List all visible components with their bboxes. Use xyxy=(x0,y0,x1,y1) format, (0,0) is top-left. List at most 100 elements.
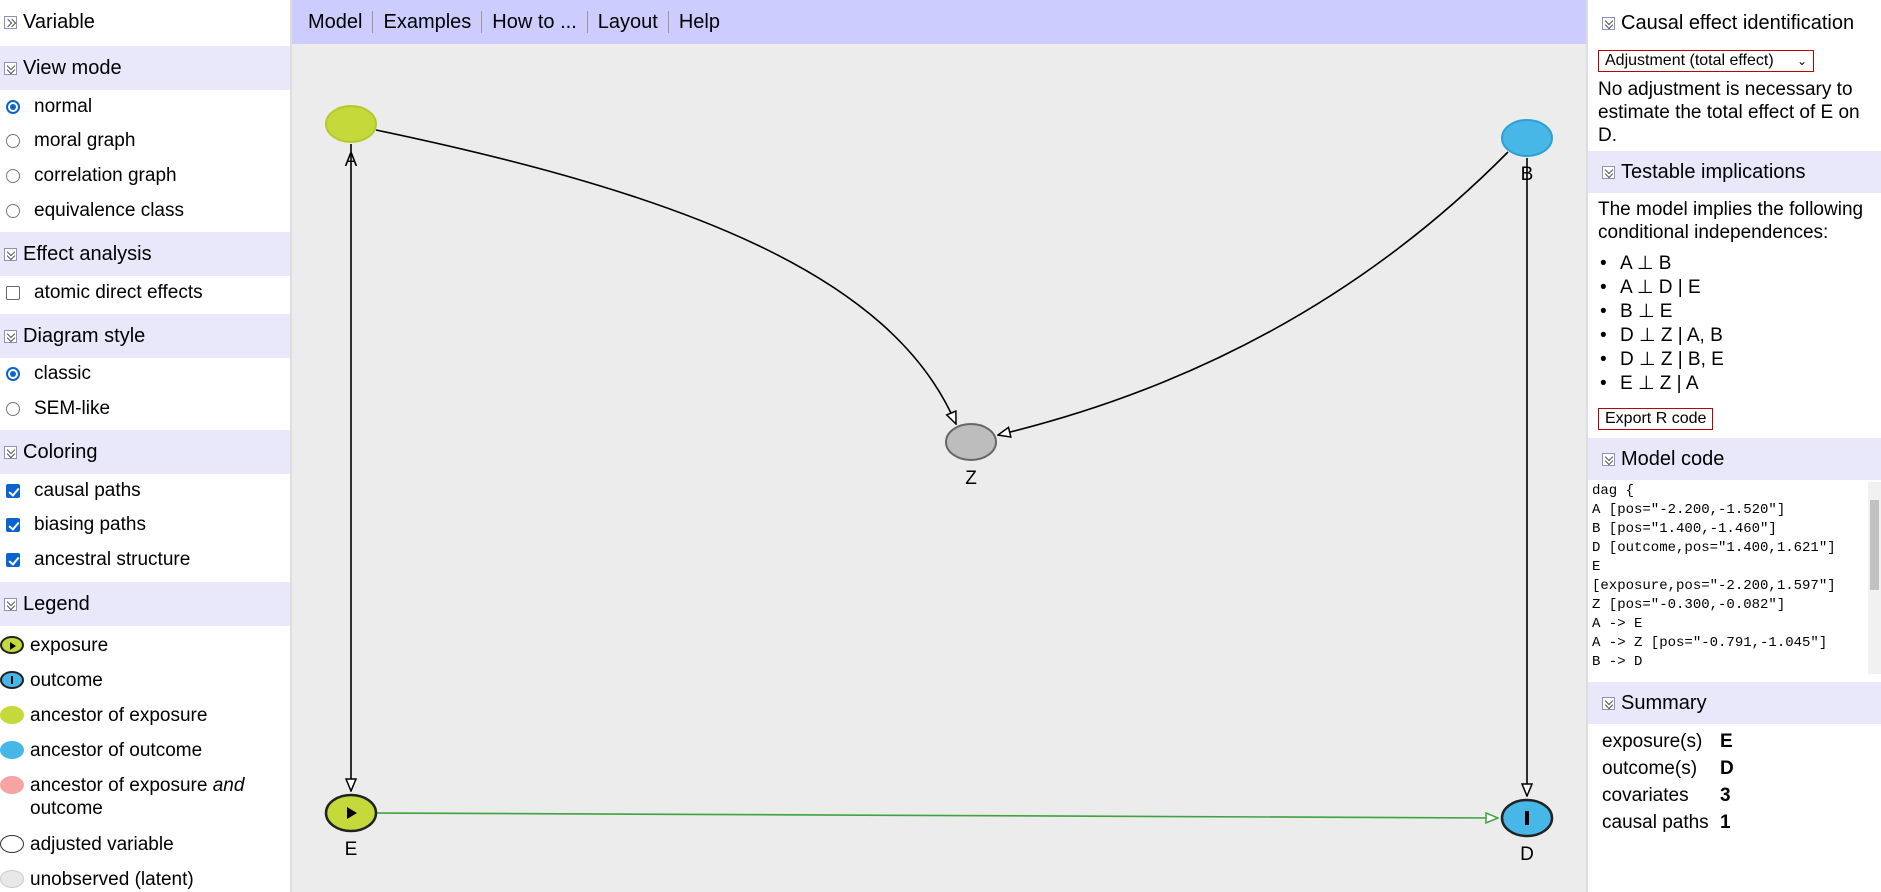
collapse-icon[interactable] xyxy=(1602,16,1615,30)
radio-label: normal xyxy=(34,96,93,117)
testable-implications-header[interactable]: Testable implications xyxy=(1588,151,1881,193)
view-mode-equivalence-class[interactable]: equivalence class xyxy=(0,196,184,226)
causal-effect-header[interactable]: Causal effect identification xyxy=(1588,2,1881,44)
menu-help[interactable]: Help xyxy=(669,11,730,33)
radio-classic[interactable] xyxy=(6,367,20,381)
menu-layout[interactable]: Layout xyxy=(588,11,669,33)
implication-item: D ⊥ Z | A, B xyxy=(1600,324,1723,348)
expand-icon[interactable] xyxy=(4,15,17,29)
node-label: A xyxy=(345,150,358,171)
summary-key: exposure(s) xyxy=(1602,731,1703,752)
model-code-title: Model code xyxy=(1621,447,1725,470)
summary-header[interactable]: Summary xyxy=(1588,682,1881,724)
dag-svg[interactable]: A B Z E D xyxy=(292,44,1586,892)
diagram-style-header[interactable]: Diagram style xyxy=(0,314,290,358)
legend-label: ancestor of exposure xyxy=(30,705,208,726)
bar-icon xyxy=(1525,811,1529,825)
left-panel: Variable View mode normal moral graph co… xyxy=(0,0,290,892)
radio-equivalence-class[interactable] xyxy=(6,204,20,218)
checkbox-atomic-direct-effects[interactable] xyxy=(6,286,20,300)
legend-item: outcome xyxy=(0,669,268,692)
summary-title: Summary xyxy=(1621,691,1707,714)
implication-item: D ⊥ Z | B, E xyxy=(1600,348,1724,372)
node-Z[interactable]: Z xyxy=(945,423,997,489)
view-mode-moral-graph[interactable]: moral graph xyxy=(0,126,135,156)
node-E[interactable]: E xyxy=(324,793,378,860)
adjustment-select[interactable]: Adjustment (total effect) ⌄ xyxy=(1598,50,1814,72)
node-shape[interactable] xyxy=(1501,119,1553,157)
legend-swatch-icon xyxy=(0,870,24,888)
legend-label: ancestor of outcome xyxy=(30,740,203,761)
node-label: E xyxy=(345,839,358,860)
summary-row: covariates 3 xyxy=(1602,783,1731,809)
edge-E-D[interactable] xyxy=(376,813,1498,818)
checkbox-label: atomic direct effects xyxy=(34,282,203,303)
collapse-icon[interactable] xyxy=(4,445,17,459)
menu-model[interactable]: Model xyxy=(298,11,374,33)
legend-label: exposure xyxy=(30,635,109,656)
diagram-style-sem-like[interactable]: SEM-like xyxy=(0,394,110,424)
node-shape[interactable] xyxy=(945,423,997,461)
legend-swatch-icon xyxy=(0,741,24,759)
summary-value: D xyxy=(1720,758,1734,779)
legend-item: unobserved (latent) xyxy=(0,868,268,891)
collapse-icon[interactable] xyxy=(1602,696,1615,710)
implication-item: A ⊥ D | E xyxy=(1600,276,1701,300)
implication-item: E ⊥ Z | A xyxy=(1600,372,1699,396)
coloring-biasing-paths[interactable]: biasing paths xyxy=(0,510,146,540)
radio-correlation-graph[interactable] xyxy=(6,169,20,183)
view-mode-correlation-graph[interactable]: correlation graph xyxy=(0,161,177,191)
collapse-icon[interactable] xyxy=(4,329,17,343)
menu-how-to[interactable]: How to ... xyxy=(482,11,588,33)
view-mode-title: View mode xyxy=(23,56,122,79)
effect-analysis-header[interactable]: Effect analysis xyxy=(0,232,290,276)
diagram-canvas[interactable]: A B Z E D xyxy=(292,44,1586,892)
coloring-header[interactable]: Coloring xyxy=(0,430,290,474)
implication-item: B ⊥ E xyxy=(1600,300,1672,324)
collapse-icon[interactable] xyxy=(1602,452,1615,466)
checkbox-ancestral-structure[interactable] xyxy=(6,553,20,567)
model-code-textarea[interactable]: dag { A [pos="-2.200,-1.520"] B [pos="1.… xyxy=(1590,482,1870,674)
scroll-thumb[interactable] xyxy=(1870,500,1879,590)
view-mode-normal[interactable]: normal xyxy=(0,92,92,122)
implication-item: A ⊥ B xyxy=(1600,252,1671,276)
diagram-style-title: Diagram style xyxy=(23,324,146,347)
edge-A-Z[interactable] xyxy=(375,129,956,424)
radio-sem-like[interactable] xyxy=(6,402,20,416)
checkbox-biasing-paths[interactable] xyxy=(6,518,20,532)
collapse-icon[interactable] xyxy=(4,247,17,261)
radio-label: SEM-like xyxy=(34,398,111,419)
model-code-scrollbar[interactable] xyxy=(1868,482,1881,674)
collapse-icon[interactable] xyxy=(4,597,17,611)
checkbox-causal-paths[interactable] xyxy=(6,484,20,498)
legend-item: adjusted variable xyxy=(0,833,268,856)
model-code-header[interactable]: Model code xyxy=(1588,438,1881,480)
summary-key: causal paths xyxy=(1602,812,1709,833)
legend-header[interactable]: Legend xyxy=(0,582,290,626)
adjustment-message: No adjustment is necessary to estimate t… xyxy=(1598,79,1860,146)
node-D[interactable]: D xyxy=(1500,798,1554,865)
collapse-icon[interactable] xyxy=(1602,165,1615,179)
legend-label: outcome xyxy=(30,670,103,691)
legend-swatch-icon xyxy=(0,835,24,853)
menu-examples[interactable]: Examples xyxy=(373,11,483,33)
chevron-down-icon: ⌄ xyxy=(1796,54,1807,68)
node-A[interactable]: A xyxy=(325,105,377,171)
variable-section-header[interactable]: Variable xyxy=(0,0,290,44)
legend-label: unobserved (latent) xyxy=(30,869,194,890)
radio-moral-graph[interactable] xyxy=(6,134,20,148)
collapse-icon[interactable] xyxy=(4,61,17,75)
export-r-code-button[interactable]: Export R code xyxy=(1598,408,1714,430)
node-B[interactable]: B xyxy=(1501,119,1553,185)
node-shape[interactable] xyxy=(325,105,377,143)
atomic-direct-effects-option[interactable]: atomic direct effects xyxy=(0,278,203,308)
coloring-causal-paths[interactable]: causal paths xyxy=(0,476,141,506)
coloring-ancestral-structure[interactable]: ancestral structure xyxy=(0,545,190,575)
edge-B-Z[interactable] xyxy=(998,151,1509,435)
summary-row: outcome(s) D xyxy=(1602,756,1734,782)
diagram-style-classic[interactable]: classic xyxy=(0,359,91,389)
radio-normal[interactable] xyxy=(6,100,20,114)
view-mode-header[interactable]: View mode xyxy=(0,46,290,90)
checkbox-label: causal paths xyxy=(34,480,141,501)
select-value: Adjustment (total effect) xyxy=(1605,52,1774,69)
